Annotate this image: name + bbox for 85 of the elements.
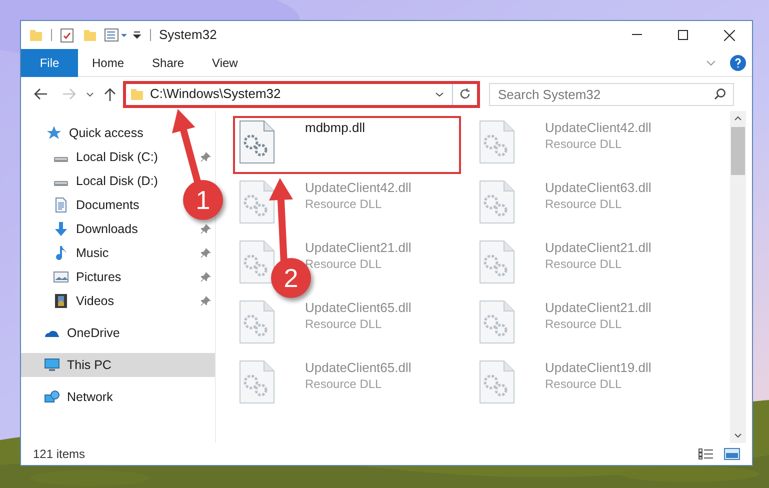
search-field[interactable]: Search System32 xyxy=(489,82,734,106)
gear-file-icon xyxy=(239,300,275,344)
pin-icon[interactable] xyxy=(201,248,211,258)
sidebar-item[interactable]: This PC xyxy=(21,353,215,377)
scroll-down-icon[interactable] xyxy=(734,433,742,438)
music-note-icon xyxy=(53,245,69,261)
sidebar-item[interactable]: Videos xyxy=(21,289,179,313)
sidebar-item[interactable]: Local Disk (D:) xyxy=(21,169,179,193)
scrollbar[interactable] xyxy=(730,111,746,443)
drive-icon xyxy=(53,157,69,163)
checklist-icon[interactable] xyxy=(60,28,74,42)
sidebar-item[interactable]: Quick access xyxy=(21,121,215,145)
file-type: Resource DLL xyxy=(545,256,623,272)
address-bar[interactable]: C:\Windows\System32 xyxy=(123,80,480,108)
gear-file-icon xyxy=(239,360,275,404)
pictures-icon xyxy=(53,269,69,285)
gear-file-icon xyxy=(479,180,515,224)
back-arrow-icon[interactable] xyxy=(34,88,48,100)
gear-file-icon xyxy=(479,300,515,344)
drive-icon xyxy=(53,181,69,187)
file-type: Resource DLL xyxy=(545,316,623,332)
chevron-down-icon[interactable] xyxy=(86,92,94,96)
document-icon xyxy=(53,197,69,213)
ribbon-tab[interactable]: View xyxy=(198,48,252,76)
file-name: mdbmp.dll xyxy=(305,120,365,136)
file-type: Resource DLL xyxy=(545,376,623,392)
tiles-view-icon[interactable] xyxy=(724,448,740,460)
file-type: Resource DLL xyxy=(545,196,623,212)
file-name: UpdateClient65.dll xyxy=(305,300,412,316)
ribbon-tab[interactable]: Share xyxy=(138,48,198,76)
close-icon xyxy=(724,30,734,40)
item-count: 121 items xyxy=(33,446,86,463)
file-name: UpdateClient63.dll xyxy=(545,180,652,196)
file-name: UpdateClient65.dll xyxy=(305,360,412,376)
sidebar-item[interactable]: OneDrive xyxy=(21,321,215,345)
address-path: C:\Windows\System32 xyxy=(150,85,282,104)
file-name: UpdateClient19.dll xyxy=(545,360,652,376)
file-type: Resource DLL xyxy=(305,196,383,212)
ribbon-tab[interactable]: Home xyxy=(78,48,138,76)
file-type: Resource DLL xyxy=(305,316,383,332)
refresh-icon[interactable] xyxy=(459,88,471,100)
selection-frame[interactable]: mdbmp.dll xyxy=(233,116,461,174)
sidebar-item[interactable]: Documents xyxy=(21,193,179,217)
file-name: UpdateClient21.dll xyxy=(305,240,412,256)
sidebar-item[interactable]: Downloads xyxy=(21,217,179,241)
gear-file-icon xyxy=(479,120,515,164)
file-type: Resource DLL xyxy=(545,136,623,152)
file-name: UpdateClient21.dll xyxy=(545,300,652,316)
sidebar-item[interactable]: Pictures xyxy=(21,265,179,289)
pin-icon[interactable] xyxy=(201,224,211,234)
search-icon[interactable] xyxy=(714,88,726,100)
gear-file-icon xyxy=(239,120,275,164)
up-arrow-icon[interactable] xyxy=(104,88,116,100)
network-icon xyxy=(44,389,60,405)
file-name: UpdateClient42.dll xyxy=(545,120,652,136)
scroll-thumb[interactable] xyxy=(731,127,745,175)
minimize-icon xyxy=(632,34,642,36)
pin-icon[interactable] xyxy=(201,296,211,306)
gear-file-icon xyxy=(479,240,515,284)
gear-file-icon xyxy=(239,180,275,224)
properties-icon[interactable] xyxy=(104,28,128,42)
file-name: UpdateClient21.dll xyxy=(545,240,652,256)
file-name: UpdateClient42.dll xyxy=(305,180,412,196)
dropdown-icon[interactable] xyxy=(132,30,142,40)
star-icon xyxy=(46,125,62,141)
pin-icon[interactable] xyxy=(201,272,211,282)
sidebar-item[interactable]: Network xyxy=(21,385,215,409)
film-icon xyxy=(53,293,69,309)
window-title: System32 xyxy=(159,26,217,44)
file-type: Resource DLL xyxy=(305,376,383,392)
sidebar-item[interactable]: Local Disk (C:) xyxy=(21,145,179,169)
file-type: Resource DLL xyxy=(305,256,383,272)
monitor-icon xyxy=(44,357,60,373)
scroll-up-icon[interactable] xyxy=(734,116,742,121)
help-icon[interactable] xyxy=(730,54,746,70)
pin-icon[interactable] xyxy=(201,152,211,162)
sidebar-item[interactable]: Music xyxy=(21,241,179,265)
details-view-icon[interactable] xyxy=(698,448,714,460)
gear-file-icon xyxy=(479,360,515,404)
file-tab[interactable]: File xyxy=(21,48,78,76)
chevron-down-icon[interactable] xyxy=(435,92,444,96)
folder-icon xyxy=(130,87,144,101)
gear-file-icon xyxy=(239,240,275,284)
download-icon xyxy=(53,221,69,237)
maximize-icon xyxy=(678,30,688,40)
